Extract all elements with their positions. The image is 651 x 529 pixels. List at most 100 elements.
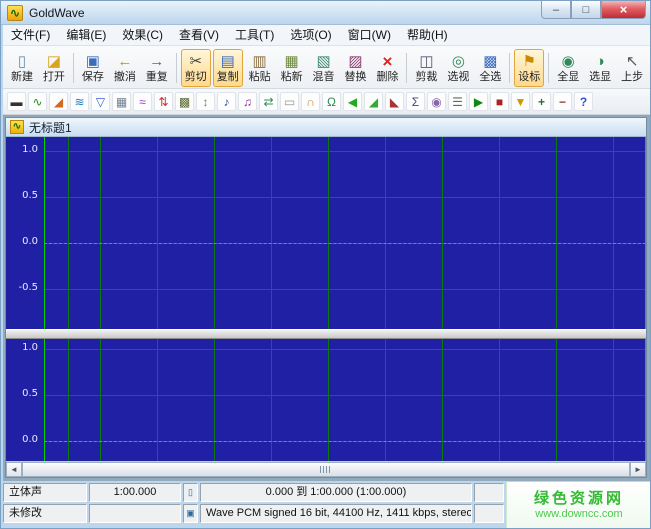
zoom-out-icon[interactable]: − <box>553 92 572 111</box>
zoom-in-icon[interactable]: + <box>532 92 551 111</box>
mix-button[interactable]: ▧ 混音 <box>309 49 339 87</box>
view-all-button[interactable]: ◉ 全显 <box>553 49 583 87</box>
toolbar-button-icon: ▨ <box>348 53 363 70</box>
status-spacer <box>474 483 504 502</box>
horizontal-scrollbar[interactable]: ◄ ► <box>6 461 646 477</box>
reverse-icon[interactable]: ⇄ <box>259 92 278 111</box>
flanger-icon[interactable]: ≈ <box>133 92 152 111</box>
fade-in-icon[interactable]: ◢ <box>364 92 383 111</box>
invert-icon[interactable]: ⇅ <box>154 92 173 111</box>
menu-item[interactable]: 工具(T) <box>227 25 282 46</box>
zero-line-right <box>44 441 646 442</box>
menu-item[interactable]: 编辑(E) <box>58 25 114 46</box>
cut-button[interactable]: ✂ 剪切 <box>180 49 211 87</box>
selection-start-marker[interactable] <box>44 137 45 329</box>
scroll-left-icon[interactable]: ◄ <box>6 462 22 477</box>
offset-icon[interactable]: ↕ <box>196 92 215 111</box>
window-controls: – □ × <box>541 1 646 19</box>
echo-icon[interactable]: ≋ <box>70 92 89 111</box>
view-selection-button[interactable]: ◑ 选显 <box>585 49 615 87</box>
scrollbar-thumb[interactable] <box>22 462 630 477</box>
minimize-button[interactable]: – <box>541 1 571 19</box>
maximize-button[interactable]: □ <box>571 1 601 19</box>
cd-reader-icon[interactable]: ◉ <box>427 92 446 111</box>
waveform-left-channel[interactable]: 1.0 0.5 0.0 -0.5 <box>6 137 646 329</box>
previous-zoom-button[interactable]: ↖ 上步 <box>617 49 647 87</box>
toolbar-button-icon: ▥ <box>252 53 267 70</box>
menu-item[interactable]: 文件(F) <box>3 25 58 46</box>
set-marker-button[interactable]: ⚑ 设标 <box>514 49 550 87</box>
copy-button[interactable]: ▤ 复制 <box>212 49 243 87</box>
delete-button[interactable]: × 删除 <box>372 49 408 87</box>
effect-chain-icon[interactable]: ☰ <box>448 92 467 111</box>
goldwave-window: ∿ GoldWave – □ × 文件(F) 编辑(E) 效果(C) 查看(V)… <box>0 0 651 529</box>
stop-icon[interactable]: ■ <box>490 92 509 111</box>
open-button[interactable]: ◪ 打开 <box>39 49 74 87</box>
menu-item[interactable]: 效果(C) <box>114 25 171 46</box>
save-button[interactable]: ▣ 保存 <box>78 49 108 87</box>
status-selection: 0.000 到 1:00.000 (1:00.000) <box>200 483 472 502</box>
replace-button[interactable]: ▨ 替换 <box>341 49 371 87</box>
mechanize-icon[interactable]: ▩ <box>175 92 194 111</box>
toolbar-button-label: 上步 <box>621 71 644 83</box>
toolbar-button-icon: ← <box>117 53 133 70</box>
select-all-button[interactable]: ▩ 全选 <box>475 49 511 87</box>
pitch-icon[interactable]: ♪ <box>217 92 236 111</box>
shape-volume-icon[interactable]: ∩ <box>301 92 320 111</box>
fade-out-icon[interactable]: ◣ <box>385 92 404 111</box>
grid-hline <box>44 151 646 152</box>
toolbar-button-label: 重复 <box>145 71 168 83</box>
time-warp-icon[interactable]: Ω <box>322 92 341 111</box>
close-button[interactable]: × <box>601 1 646 19</box>
paste-button[interactable]: ▥ 粘贴 <box>245 49 275 87</box>
menu-item[interactable]: 查看(V) <box>171 25 227 46</box>
volume-icon[interactable]: ◀ <box>343 92 362 111</box>
select-view-button[interactable]: ◎ 选视 <box>443 49 473 87</box>
selection-end-marker[interactable] <box>645 339 646 461</box>
toolbar-button-icon: × <box>382 52 393 71</box>
toolbar-button-icon: ◉ <box>561 53 575 70</box>
amplitude-label: 0.0 <box>22 434 38 445</box>
toolbar-button-label: 粘新 <box>280 71 303 83</box>
doppler-icon[interactable]: ∿ <box>28 92 47 111</box>
toolbar-button-label: 粘贴 <box>248 71 271 83</box>
expression-evaluator-icon[interactable]: Σ <box>406 92 425 111</box>
grid-hline <box>44 395 646 396</box>
waveform-right-channel[interactable]: 1.0 0.5 0.0 <box>6 339 646 461</box>
marker-drop-icon[interactable]: ▼ <box>511 92 530 111</box>
document-title-bar[interactable]: ∿ 无标题1 <box>6 118 646 137</box>
watermark-title: 绿色资源网 <box>533 490 624 507</box>
paste-new-button[interactable]: ▦ 粘新 <box>277 49 307 87</box>
redo-button[interactable]: → 重复 <box>142 49 177 87</box>
help-icon[interactable]: ? <box>574 92 593 111</box>
status-empty <box>89 504 181 523</box>
menu-item[interactable]: 选项(O) <box>282 25 339 46</box>
title-bar[interactable]: ∿ GoldWave – □ × <box>1 1 650 25</box>
silence-icon[interactable]: ▭ <box>280 92 299 111</box>
filter-icon[interactable]: ▽ <box>91 92 110 111</box>
status-bar: 立体声 1:00.000 ▯ 0.000 到 1:00.000 (1:00.00… <box>1 481 650 528</box>
grid-hline <box>44 197 646 198</box>
scroll-right-icon[interactable]: ► <box>630 462 646 477</box>
noise-reduction-icon[interactable]: ▦ <box>112 92 131 111</box>
window-title: GoldWave <box>29 5 85 20</box>
trim-button[interactable]: ◫ 剪裁 <box>411 49 441 87</box>
toolbar-button-label: 选视 <box>447 71 470 83</box>
menu-item[interactable]: 窗口(W) <box>340 25 399 46</box>
undo-button[interactable]: ← 撤消 <box>110 49 140 87</box>
new-button[interactable]: ▯ 新建 <box>7 49 37 87</box>
menu-item[interactable]: 帮助(H) <box>399 25 456 46</box>
channel-splitter[interactable] <box>6 329 646 339</box>
toolbar-button-icon: ▯ <box>17 53 27 70</box>
watermark: 绿色资源网 www.downcc.com <box>506 482 650 528</box>
toolbar-button-label: 删除 <box>376 71 399 83</box>
reverb-icon[interactable]: ♫ <box>238 92 257 111</box>
dynamics-icon[interactable]: ◢ <box>49 92 68 111</box>
toolbar-button-icon: ▤ <box>220 53 235 70</box>
document-window: ∿ 无标题1 1.0 0.5 0.0 -0.5 1.0 0.5 0.0 ◄ ► <box>5 117 647 478</box>
play-icon[interactable]: ▶ <box>469 92 488 111</box>
device-controls-icon[interactable]: ▬ <box>7 92 26 111</box>
grid-hline <box>44 289 646 290</box>
selection-end-marker[interactable] <box>645 137 646 329</box>
selection-start-marker[interactable] <box>44 339 45 461</box>
